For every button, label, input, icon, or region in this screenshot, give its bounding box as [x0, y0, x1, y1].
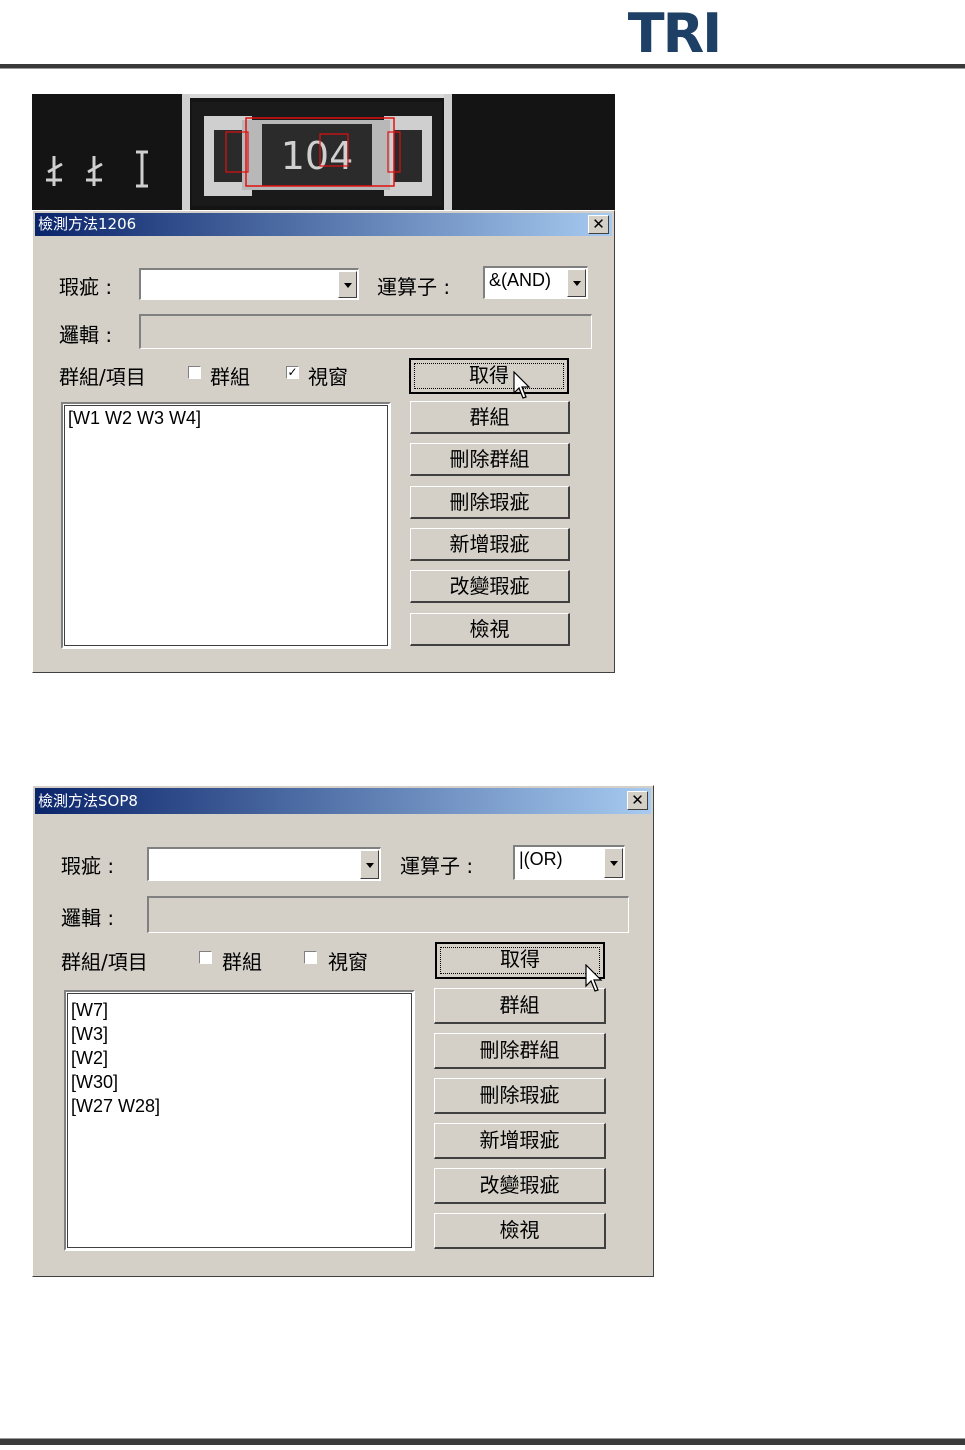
- logic-label: 邏輯 :: [61, 906, 115, 930]
- close-icon: ✕: [592, 215, 605, 233]
- group-checkbox-label: 群組: [222, 950, 262, 974]
- operator-value: |(OR): [519, 849, 563, 869]
- group-button[interactable]: 群組: [434, 988, 606, 1024]
- logic-field[interactable]: [147, 896, 629, 933]
- group-button[interactable]: 群組: [410, 401, 570, 434]
- list-item[interactable]: [W27 W28]: [66, 1094, 413, 1118]
- close-icon: ✕: [631, 791, 644, 809]
- dialog-titlebar[interactable]: 檢測方法SOP8 ✕: [35, 788, 651, 814]
- list-item[interactable]: [W3]: [66, 1022, 413, 1046]
- chevron-down-icon[interactable]: [604, 848, 623, 878]
- footer-rule: [0, 1438, 965, 1445]
- add-defect-button[interactable]: 新增瑕疵: [410, 528, 570, 561]
- delete-group-button[interactable]: 刪除群組: [410, 443, 570, 476]
- inspection-method-dialog-sop8: 檢測方法SOP8 ✕ 瑕疵 : 運算子 : |(OR) 邏輯 : 群組/項目 群…: [32, 785, 654, 1277]
- inspection-method-dialog-1206: 檢測方法1206 ✕ 瑕疵 : 運算子 : &(AND) 邏輯 : 群組/項目 …: [32, 210, 615, 673]
- get-button[interactable]: 取得: [435, 942, 605, 979]
- operator-label: 運算子 :: [400, 854, 474, 878]
- logic-label: 邏輯 :: [59, 323, 113, 347]
- list-item[interactable]: [W30]: [66, 1070, 413, 1094]
- list-items: [W7] [W3] [W2] [W30] [W27 W28]: [66, 992, 413, 1118]
- window-checkbox-label: 視窗: [308, 365, 348, 389]
- logic-field[interactable]: [139, 314, 592, 349]
- inspection-camera-image: 104: [32, 94, 615, 210]
- operator-value: &(AND): [489, 270, 551, 290]
- operator-dropdown[interactable]: &(AND): [483, 266, 588, 299]
- window-checkbox[interactable]: [304, 951, 317, 964]
- list-item[interactable]: [W2]: [66, 1046, 413, 1070]
- chevron-down-icon[interactable]: [360, 850, 379, 879]
- group-list[interactable]: [W1 W2 W3 W4]: [61, 402, 391, 649]
- group-checkbox-label: 群組: [210, 365, 250, 389]
- defect-dropdown[interactable]: [139, 268, 359, 300]
- list-item[interactable]: [W1 W2 W3 W4]: [63, 404, 389, 430]
- view-button[interactable]: 檢視: [410, 613, 570, 646]
- defect-dropdown[interactable]: [147, 847, 381, 881]
- delete-defect-button[interactable]: 刪除瑕疵: [434, 1078, 606, 1114]
- close-button[interactable]: ✕: [588, 215, 609, 234]
- defect-label: 瑕疵 :: [59, 275, 113, 299]
- defect-label: 瑕疵 :: [61, 854, 115, 878]
- get-button[interactable]: 取得: [409, 358, 569, 394]
- group-item-label: 群組/項目: [61, 950, 148, 974]
- delete-defect-button[interactable]: 刪除瑕疵: [410, 486, 570, 519]
- window-checkbox[interactable]: ✓: [286, 366, 299, 379]
- dialog-title: 檢測方法SOP8: [38, 792, 138, 810]
- header-rule: [0, 64, 965, 69]
- svg-text:TRI: TRI: [628, 2, 721, 58]
- change-defect-button[interactable]: 改變瑕疵: [434, 1168, 606, 1204]
- mouse-pointer-icon: [585, 964, 603, 992]
- group-list[interactable]: [W7] [W3] [W2] [W30] [W27 W28]: [64, 990, 415, 1251]
- chip-marking: 104: [281, 134, 354, 178]
- window-checkbox-label: 視窗: [328, 950, 368, 974]
- delete-group-button[interactable]: 刪除群組: [434, 1033, 606, 1069]
- group-checkbox[interactable]: [188, 366, 201, 379]
- tri-logo: TRI: [628, 2, 723, 58]
- mouse-pointer-icon: [513, 371, 531, 399]
- list-item[interactable]: [W7]: [66, 998, 413, 1022]
- change-defect-button[interactable]: 改變瑕疵: [410, 570, 570, 603]
- dialog-titlebar[interactable]: 檢測方法1206 ✕: [35, 213, 612, 236]
- operator-dropdown[interactable]: |(OR): [513, 845, 625, 880]
- close-button[interactable]: ✕: [627, 791, 648, 810]
- dialog-title: 檢測方法1206: [38, 215, 137, 233]
- add-defect-button[interactable]: 新增瑕疵: [434, 1123, 606, 1159]
- chevron-down-icon[interactable]: [338, 271, 357, 298]
- operator-label: 運算子 :: [377, 275, 451, 299]
- group-checkbox[interactable]: [199, 951, 212, 964]
- chevron-down-icon[interactable]: [567, 269, 586, 297]
- view-button[interactable]: 檢視: [434, 1213, 606, 1249]
- group-item-label: 群組/項目: [59, 365, 146, 389]
